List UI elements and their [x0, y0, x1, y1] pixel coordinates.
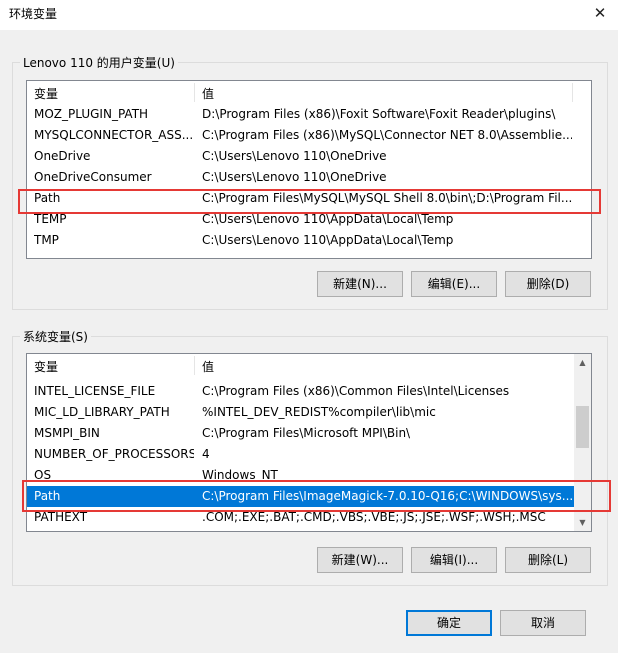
- variable-value: D:\Program Files (x86)\Foxit Software\Fo…: [202, 107, 556, 121]
- column-header-name[interactable]: 变量: [34, 85, 58, 102]
- list-header: 变量 值: [27, 354, 591, 377]
- variable-value: C:\Program Files (x86)\MySQL\Connector N…: [202, 128, 572, 142]
- list-item[interactable]: NUMBER_OF_PROCESSORS 4: [27, 444, 574, 465]
- system-new-button[interactable]: 新建(W)...: [317, 547, 403, 573]
- column-header-name[interactable]: 变量: [34, 358, 58, 375]
- list-item[interactable]: INTEL_LICENSE_FILE C:\Program Files (x86)…: [27, 381, 574, 402]
- user-variables-list[interactable]: 变量 值 MOZ_PLUGIN_PATH D:\Program Files (x8…: [26, 80, 592, 259]
- scroll-up-icon[interactable]: ▲: [574, 354, 591, 371]
- list-item[interactable]: MIC_LD_LIBRARY_PATH %INTEL_DEV_REDIST%com…: [27, 402, 574, 423]
- list-item[interactable]: OneDrive C:\Users\Lenovo 110\OneDrive: [27, 146, 591, 167]
- column-header-value[interactable]: 值: [202, 358, 214, 375]
- variable-name: NUMBER_OF_PROCESSORS: [34, 447, 194, 461]
- highlight-annotation: [22, 480, 611, 512]
- cancel-button[interactable]: 取消: [500, 610, 586, 636]
- variable-name: MYSQLCONNECTOR_ASS...: [34, 128, 194, 142]
- variable-value: C:\Users\Lenovo 110\AppData\Local\Temp: [202, 233, 454, 247]
- system-edit-button[interactable]: 编辑(I)...: [411, 547, 497, 573]
- variable-value: C:\Users\Lenovo 110\OneDrive: [202, 149, 387, 163]
- window-title: 环境变量: [9, 7, 58, 21]
- variable-name: TMP: [34, 233, 59, 247]
- highlight-annotation: [18, 189, 601, 214]
- variable-value: C:\Program Files (x86)\Common Files\Inte…: [202, 384, 510, 398]
- variable-value: C:\Program Files\Microsoft MPI\Bin\: [202, 426, 411, 440]
- variable-value: %INTEL_DEV_REDIST%compiler\lib\mic: [202, 405, 436, 419]
- user-new-button[interactable]: 新建(N)...: [317, 271, 403, 297]
- close-icon[interactable]: ✕: [590, 3, 610, 23]
- scroll-down-icon[interactable]: ▼: [574, 514, 591, 531]
- user-variables-label: Lenovo 110 的用户变量(U): [23, 56, 175, 70]
- variable-value: C:\Users\Lenovo 110\OneDrive: [202, 170, 387, 184]
- list-item[interactable]: TMP C:\Users\Lenovo 110\AppData\Local\Tem…: [27, 230, 591, 251]
- list-item[interactable]: MSMPI_BIN C:\Program Files\Microsoft MPI\…: [27, 423, 574, 444]
- user-edit-button[interactable]: 编辑(E)...: [411, 271, 497, 297]
- variable-name: MSMPI_BIN: [34, 426, 100, 440]
- ok-button[interactable]: 确定: [406, 610, 492, 636]
- scroll-thumb[interactable]: [576, 406, 589, 448]
- list-item[interactable]: MOZ_PLUGIN_PATH D:\Program Files (x86)\Fo…: [27, 104, 591, 125]
- user-delete-button[interactable]: 删除(D): [505, 271, 591, 297]
- title-bar: 环境变量 ✕: [0, 0, 618, 30]
- variable-name: INTEL_LICENSE_FILE: [34, 384, 156, 398]
- variable-name: MOZ_PLUGIN_PATH: [34, 107, 149, 121]
- system-delete-button[interactable]: 删除(L): [505, 547, 591, 573]
- list-item[interactable]: MYSQLCONNECTOR_ASS... C:\Program Files (x…: [27, 125, 591, 146]
- variable-name: OneDriveConsumer: [34, 170, 152, 184]
- list-item[interactable]: OneDriveConsumer C:\Users\Lenovo 110\OneD…: [27, 167, 591, 188]
- list-header: 变量 值: [27, 81, 591, 104]
- variable-value: 4: [202, 447, 210, 461]
- system-variables-label: 系统变量(S): [23, 330, 88, 344]
- column-header-value[interactable]: 值: [202, 85, 214, 102]
- variable-name: MIC_LD_LIBRARY_PATH: [34, 405, 170, 419]
- variable-name: OneDrive: [34, 149, 91, 163]
